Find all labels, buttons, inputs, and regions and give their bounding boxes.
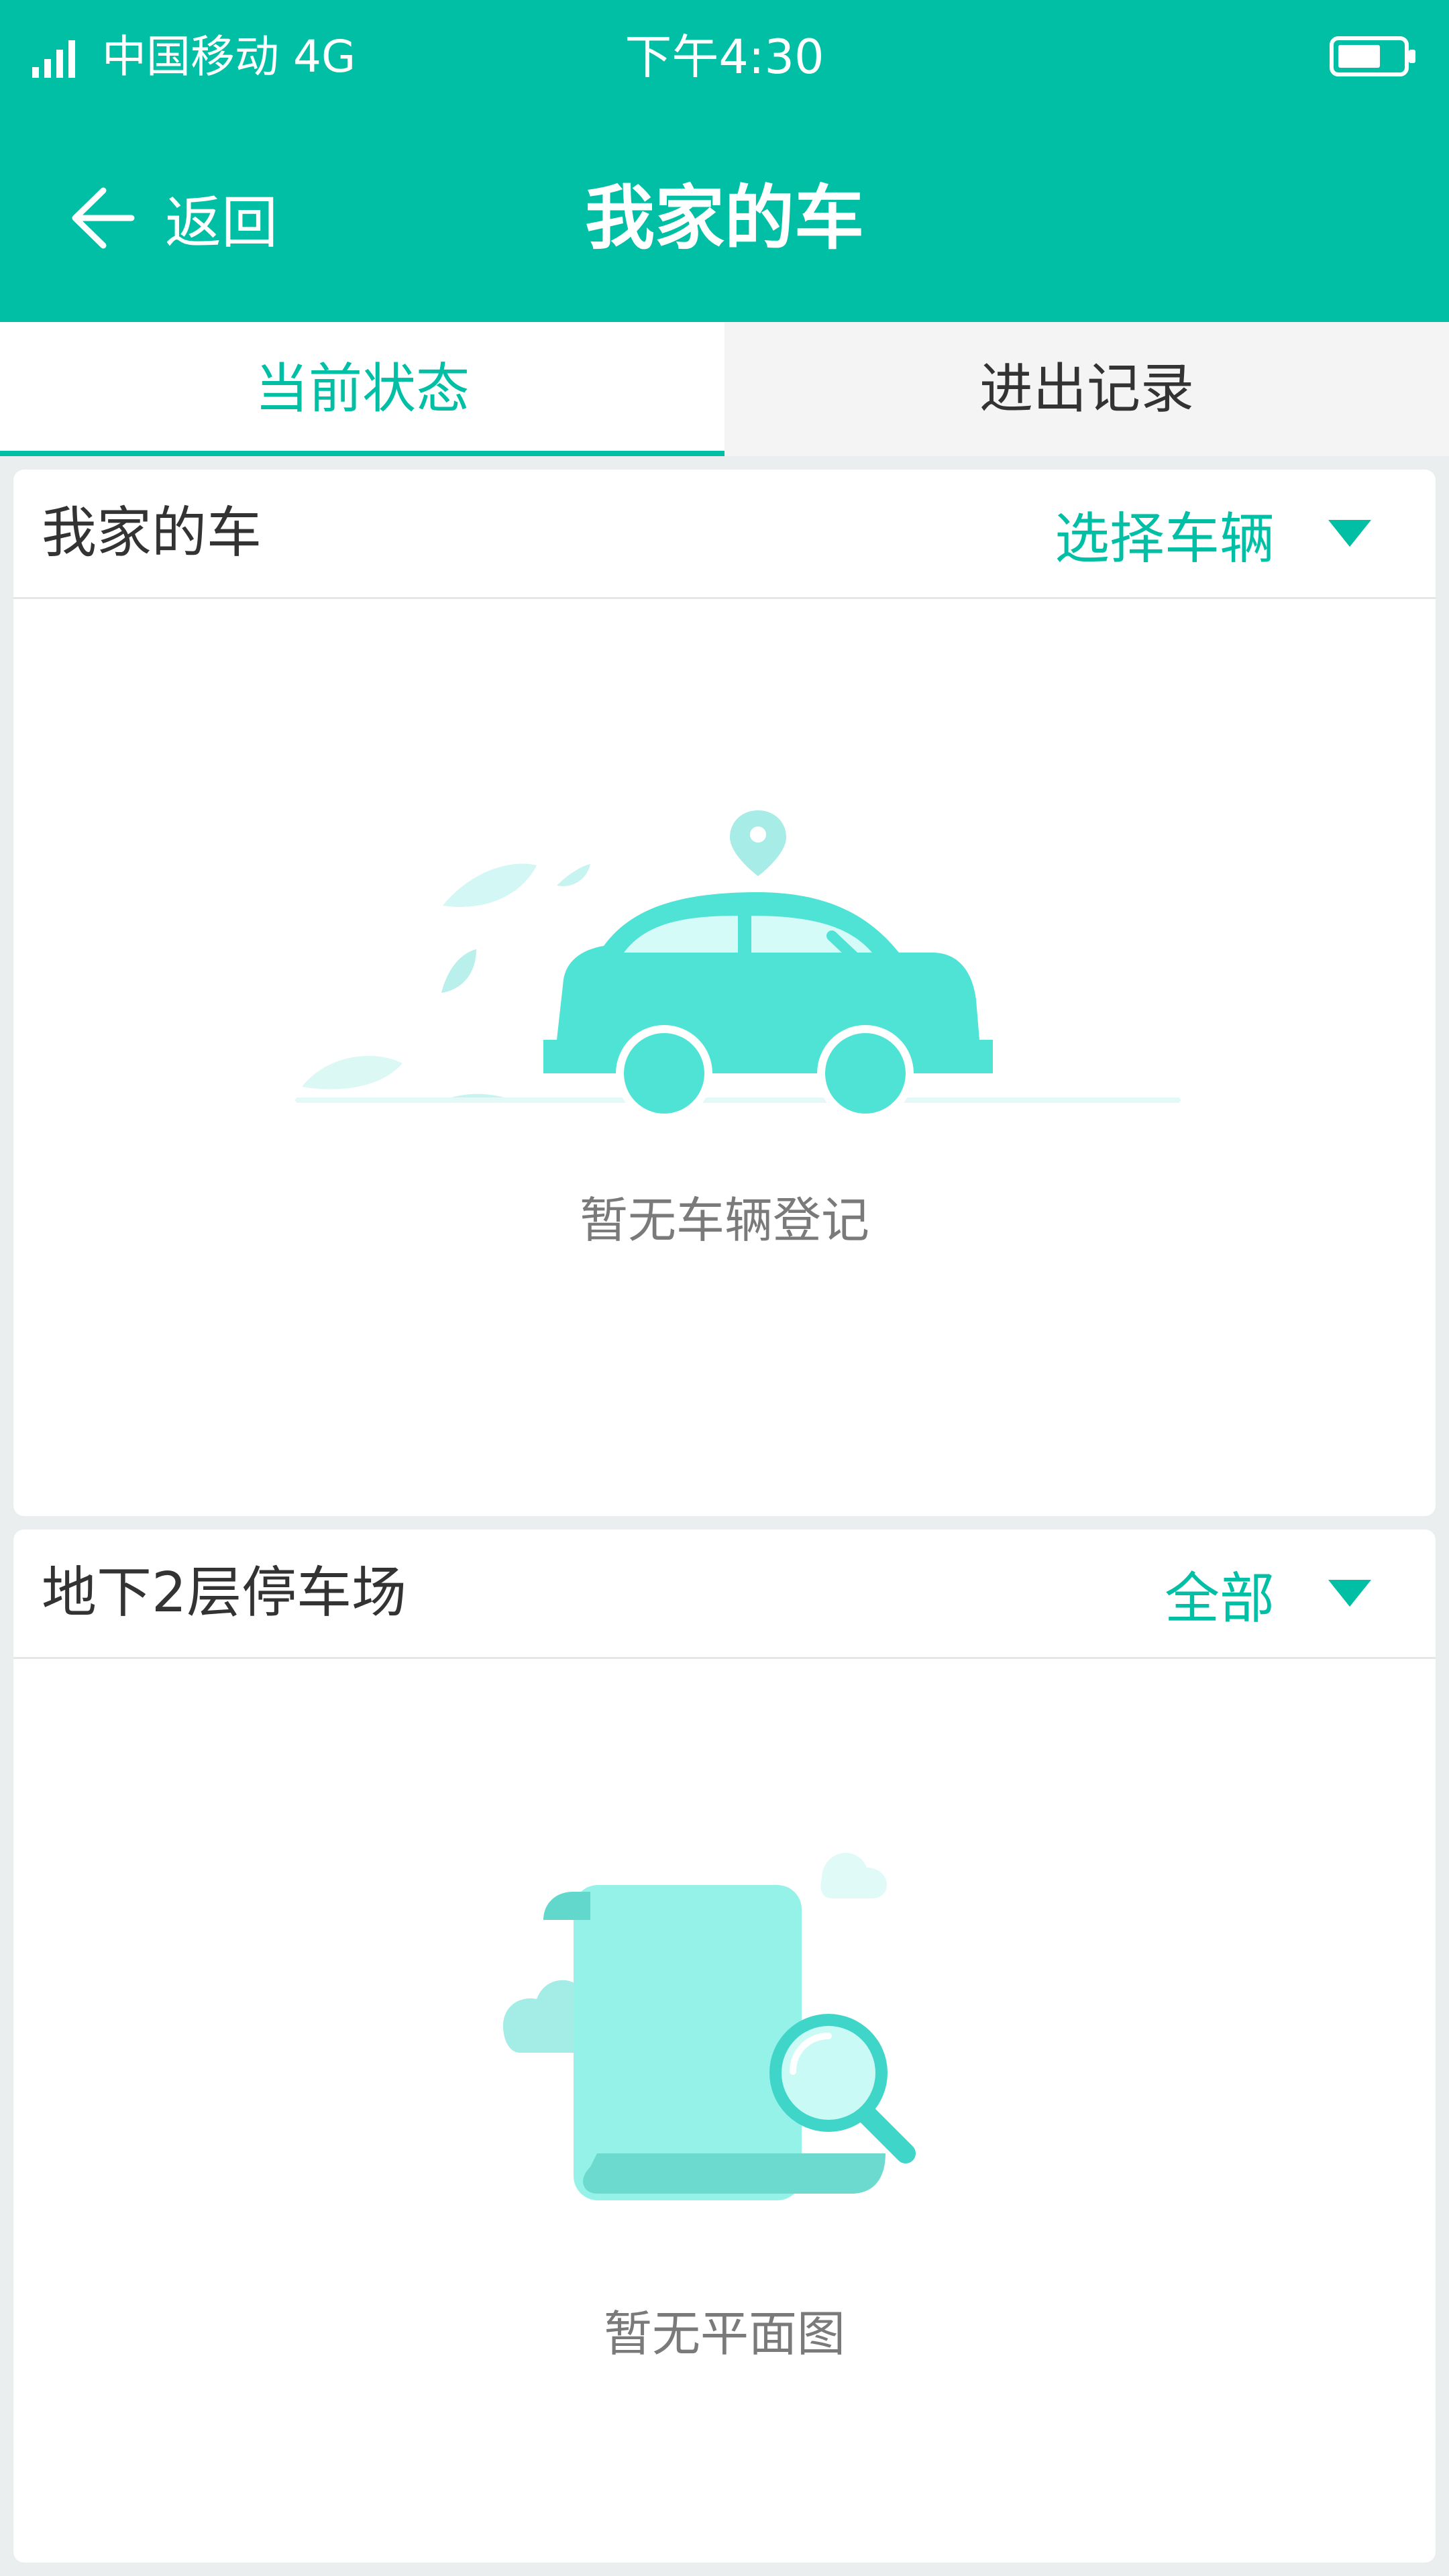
floor-card-title: 地下2层停车场 — [42, 1561, 407, 1625]
empty-map-illustration — [503, 1853, 916, 2200]
tab-bar: 当前状态 进出记录 — [0, 322, 1449, 456]
car-card-header: 我家的车 选择车辆 — [13, 470, 1436, 599]
select-vehicle-dropdown[interactable]: 选择车辆 — [1055, 470, 1371, 597]
car-card-title: 我家的车 — [42, 501, 262, 565]
select-vehicle-label: 选择车辆 — [1054, 506, 1275, 571]
car-empty-text: 暂无车辆登记 — [579, 1192, 869, 1248]
app-header: 中国移动 4G 下午4:30 返回 我家的车 — [0, 0, 1449, 322]
map-empty-text: 暂无平面图 — [603, 2306, 845, 2362]
nav-bar: 返回 我家的车 — [0, 114, 1449, 322]
tab-access-records[interactable]: 进出记录 — [724, 322, 1449, 456]
floor-filter-label: 全部 — [1164, 1566, 1275, 1631]
floor-filter-dropdown[interactable]: 全部 — [1165, 1529, 1371, 1657]
tab-current-status[interactable]: 当前状态 — [0, 322, 724, 456]
clock: 下午4:30 — [625, 30, 824, 85]
car-card: 我家的车 选择车辆 暂无车辆登记 — [13, 470, 1436, 1516]
caret-down-icon — [1328, 520, 1371, 547]
caret-down-icon — [1328, 1580, 1371, 1607]
status-bar: 中国移动 4G 下午4:30 — [0, 0, 1449, 114]
empty-car-illustration — [295, 810, 1181, 1114]
floor-card-header: 地下2层停车场 全部 — [13, 1529, 1436, 1659]
battery-icon — [1330, 36, 1415, 76]
page-title: 我家的车 — [584, 177, 864, 259]
floor-card: 地下2层停车场 全部 暂无平面图 — [13, 1529, 1436, 2563]
